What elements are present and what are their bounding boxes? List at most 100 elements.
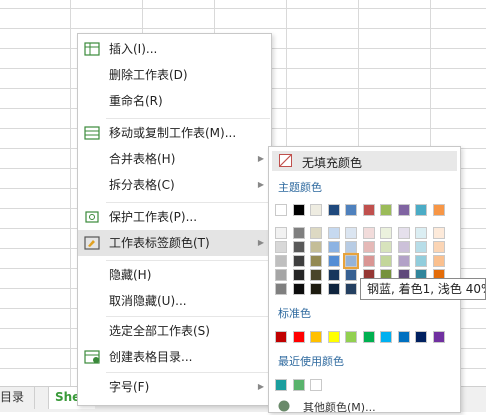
menu-item-label: 隐藏(H) [109,268,152,282]
theme-shade-swatch[interactable] [380,241,392,253]
theme-shade-swatch[interactable] [310,255,322,267]
menu-item-font-size[interactable]: 字号(F) ▶ [78,374,271,400]
menu-item-rename[interactable]: 重命名(R) [78,88,271,114]
recent-color-swatch[interactable] [310,379,322,391]
theme-colors-title: 主题颜色 [278,181,322,194]
theme-shade-swatch[interactable] [345,269,357,281]
menu-item-create-toc[interactable]: 创建表格目录... [78,344,271,370]
theme-color-swatch[interactable] [415,204,427,216]
standard-color-swatch[interactable] [432,331,445,343]
menu-item-merge-tables[interactable]: 合并表格(H) ▶ [78,146,271,172]
standard-color-swatch[interactable] [345,331,357,343]
theme-color-swatch[interactable] [397,204,410,216]
menu-item-hide[interactable]: 隐藏(H) [78,262,271,288]
theme-color-swatch[interactable] [310,204,322,216]
theme-color-swatch[interactable] [380,204,392,216]
color-wheel-icon [278,400,290,412]
submenu-arrow-icon: ▶ [257,154,264,163]
menu-item-label: 字号(F) [109,380,150,394]
theme-shade-swatch[interactable] [327,241,340,253]
theme-shade-swatch[interactable] [345,283,357,295]
menu-item-unhide[interactable]: 取消隐藏(U)... [78,288,271,314]
menu-item-label: 保护工作表(P)... [109,210,198,224]
theme-shade-swatch[interactable] [275,283,287,295]
menu-item-tab-color[interactable]: 工作表标签颜色(T) ▶ [78,230,271,256]
theme-shade-swatch[interactable] [292,241,305,253]
theme-shade-swatch[interactable] [432,227,445,239]
theme-shade-swatch[interactable] [362,241,375,253]
menu-item-label: 选定全部工作表(S) [109,324,210,338]
menu-item-split-table[interactable]: 拆分表格(C) ▶ [78,172,271,198]
menu-divider [106,118,270,119]
recent-color-swatch[interactable] [292,379,305,391]
menu-divider [106,260,270,261]
theme-shade-swatch[interactable] [397,255,410,267]
theme-color-swatch[interactable] [362,204,375,216]
theme-shade-swatch[interactable] [275,269,287,281]
theme-shade-swatch[interactable] [432,255,445,267]
insert-sheet-icon [84,42,100,56]
menu-item-delete-sheet[interactable]: 删除工作表(D) [78,62,271,88]
theme-shade-swatch[interactable] [327,227,340,239]
theme-shade-swatch[interactable] [415,241,427,253]
theme-shade-swatch[interactable] [380,227,392,239]
theme-shade-swatch[interactable] [345,227,357,239]
standard-color-swatch[interactable] [397,331,410,343]
theme-shade-swatch[interactable] [310,227,322,239]
no-fill-option[interactable]: 无填充颜色 [272,151,457,171]
theme-shade-swatch[interactable] [275,255,287,267]
theme-shade-swatch[interactable] [397,227,410,239]
standard-color-swatch[interactable] [362,331,375,343]
sheet-context-menu: 插入(I)... 删除工作表(D) 重命名(R) 移动或复制工作表(M)... … [77,33,272,406]
theme-shade-swatch[interactable] [310,269,322,281]
theme-shade-swatch[interactable] [397,241,410,253]
theme-shade-swatch[interactable] [327,269,340,281]
theme-shade-swatch[interactable] [415,255,427,267]
menu-item-label: 插入(I)... [109,42,158,56]
menu-item-label: 工作表标签颜色(T) [109,236,210,250]
menu-item-move-copy[interactable]: 移动或复制工作表(M)... [78,120,271,146]
standard-color-swatch[interactable] [415,331,427,343]
no-fill-label: 无填充颜色 [302,156,363,170]
theme-shade-swatch[interactable] [327,283,340,295]
theme-shade-swatch[interactable] [275,241,287,253]
menu-item-protect-sheet[interactable]: 保护工作表(P)... [78,204,271,230]
standard-color-swatch[interactable] [310,331,322,343]
tab-color-icon [84,236,100,250]
theme-shade-swatch[interactable] [292,255,305,267]
recent-color-swatch[interactable] [275,379,287,391]
standard-color-swatch[interactable] [380,331,392,343]
theme-color-swatch[interactable] [432,204,445,216]
create-toc-icon [84,350,100,364]
theme-color-swatch[interactable] [275,204,287,216]
theme-shade-swatch[interactable] [275,227,287,239]
standard-color-swatch[interactable] [327,331,340,343]
theme-shade-swatch[interactable] [432,241,445,253]
standard-color-swatch[interactable] [292,331,305,343]
theme-shade-swatch[interactable] [362,255,375,267]
menu-item-label: 创建表格目录... [109,350,193,364]
theme-color-swatch[interactable] [327,204,340,216]
selected-color-swatch[interactable] [343,253,359,269]
sheet-tab-toc[interactable]: 目录 [0,387,35,409]
theme-shade-swatch[interactable] [415,227,427,239]
theme-color-swatch[interactable] [292,204,305,216]
theme-shade-swatch[interactable] [292,227,305,239]
theme-shade-swatch[interactable] [292,269,305,281]
theme-shade-swatch[interactable] [362,227,375,239]
menu-item-label: 拆分表格(C) [109,178,175,192]
no-fill-icon [279,154,292,167]
theme-shade-swatch[interactable] [380,255,392,267]
theme-shade-swatch[interactable] [310,241,322,253]
theme-color-swatch[interactable] [345,204,357,216]
submenu-arrow-icon: ▶ [257,238,264,247]
menu-item-label: 合并表格(H) [109,152,176,166]
theme-shade-swatch[interactable] [310,283,322,295]
theme-shade-swatch[interactable] [345,241,357,253]
menu-item-insert[interactable]: 插入(I)... [78,36,271,62]
more-colors-label: 其他颜色(M)... [303,401,376,414]
theme-shade-swatch[interactable] [292,283,305,295]
standard-color-swatch[interactable] [275,331,287,343]
menu-item-select-all-sheets[interactable]: 选定全部工作表(S) [78,318,271,344]
theme-shade-swatch[interactable] [327,255,340,267]
